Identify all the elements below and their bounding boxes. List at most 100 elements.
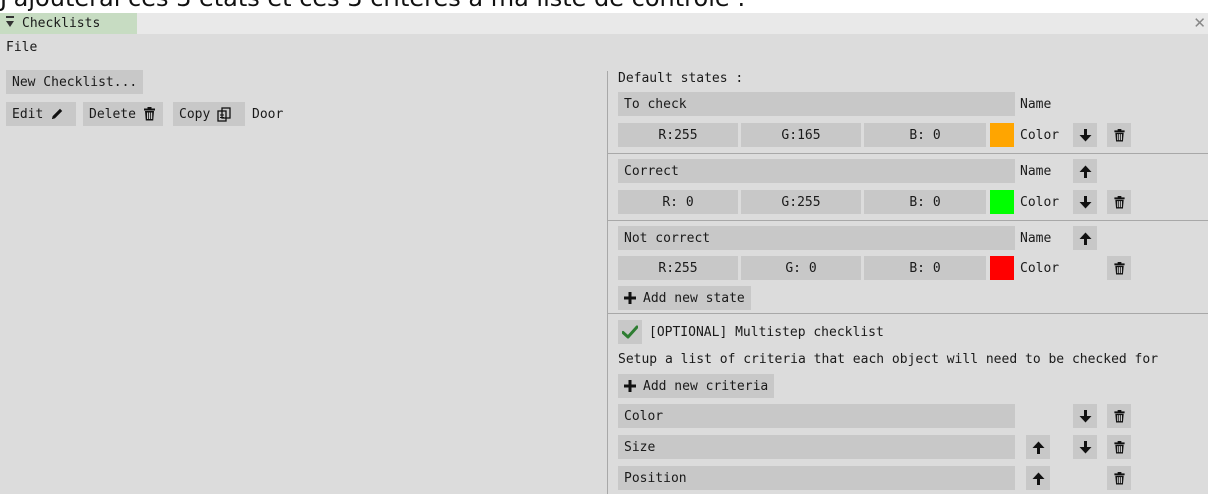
move-up-button[interactable] <box>1026 435 1050 459</box>
menu-file[interactable]: File <box>6 40 37 55</box>
move-up-button[interactable] <box>1073 226 1097 250</box>
vertical-divider <box>607 71 608 494</box>
trash-icon <box>1113 195 1125 209</box>
edit-label: Edit <box>12 106 44 122</box>
add-criteria-label: Add new criteria <box>643 378 769 394</box>
color-label: Color <box>1020 195 1060 210</box>
move-down-button[interactable] <box>1073 435 1097 459</box>
color-label: Color <box>1020 261 1060 276</box>
state-name-value: Not correct <box>624 230 711 246</box>
new-checklist-button[interactable]: New Checklist... <box>6 70 144 94</box>
add-state-button[interactable]: Add new state <box>618 286 751 310</box>
delete-state-button[interactable] <box>1107 190 1131 214</box>
collapse-triangle-icon[interactable] <box>6 20 14 27</box>
edit-button[interactable]: Edit <box>6 102 76 126</box>
close-icon[interactable]: ✕ <box>1193 14 1206 32</box>
trash-icon <box>143 107 155 121</box>
delete-state-button[interactable] <box>1107 123 1131 147</box>
name-label: Name <box>1020 231 1052 246</box>
caption-text: J'ajouterai ces 3 états et ces 3 critère… <box>0 0 745 12</box>
move-up-button[interactable] <box>1026 466 1050 490</box>
arrow-up-icon <box>1079 165 1091 178</box>
state-name-value: Correct <box>624 163 679 179</box>
name-label: Name <box>1020 97 1052 112</box>
section-divider <box>608 313 1208 314</box>
default-states-title: Default states : <box>618 71 744 86</box>
trash-icon <box>1113 261 1125 275</box>
trash-icon <box>1113 471 1125 485</box>
green-value: G:255 <box>781 194 821 210</box>
state-name-input[interactable]: Not correct <box>618 226 1015 250</box>
state-name-input[interactable]: Correct <box>618 159 1015 183</box>
arrow-up-icon <box>1032 472 1044 485</box>
red-channel-input[interactable]: R:255 <box>618 256 738 280</box>
criteria-name-input[interactable]: Color <box>618 404 1015 428</box>
multistep-checkbox[interactable] <box>618 320 642 344</box>
state-divider-1 <box>608 153 1208 154</box>
criteria-name-input[interactable]: Position <box>618 466 1015 490</box>
state-divider-2 <box>608 220 1208 221</box>
green-channel-input[interactable]: G:255 <box>741 190 861 214</box>
window-title: Checklists <box>22 16 101 31</box>
arrow-down-icon <box>1079 440 1091 453</box>
red-value: R: 0 <box>662 194 694 210</box>
green-channel-input[interactable]: G:165 <box>741 123 861 147</box>
add-criteria-button[interactable]: Add new criteria <box>618 374 775 398</box>
red-value: R:255 <box>658 260 698 276</box>
checklist-name: Door <box>252 107 284 122</box>
criteria-name-input[interactable]: Size <box>618 435 1015 459</box>
color-label: Color <box>1020 128 1060 143</box>
blue-channel-input[interactable]: B: 0 <box>864 123 986 147</box>
arrow-down-icon <box>1079 128 1091 141</box>
blue-channel-input[interactable]: B: 0 <box>864 256 986 280</box>
criteria-name-value: Size <box>624 439 656 455</box>
trash-icon <box>1113 409 1125 423</box>
red-channel-input[interactable]: R:255 <box>618 123 738 147</box>
pencil-icon <box>52 108 63 119</box>
copy-button[interactable]: Copy <box>173 102 245 126</box>
move-up-button[interactable] <box>1073 159 1097 183</box>
move-down-button[interactable] <box>1073 123 1097 147</box>
add-state-label: Add new state <box>643 290 745 306</box>
plus-icon <box>624 380 636 392</box>
delete-criteria-button[interactable] <box>1107 435 1131 459</box>
red-channel-input[interactable]: R: 0 <box>618 190 738 214</box>
arrow-down-icon <box>1079 409 1091 422</box>
delete-criteria-button[interactable] <box>1107 404 1131 428</box>
plus-icon <box>624 292 636 304</box>
state-name-input[interactable]: To check <box>618 92 1015 116</box>
arrow-up-icon <box>1032 441 1044 454</box>
blue-channel-input[interactable]: B: 0 <box>864 190 986 214</box>
collapse-bar <box>6 16 14 18</box>
color-swatch[interactable] <box>990 123 1014 147</box>
criteria-name-value: Position <box>624 470 687 486</box>
blue-value: B: 0 <box>909 194 941 210</box>
blue-value: B: 0 <box>909 260 941 276</box>
checkmark-icon <box>622 325 638 339</box>
move-down-button[interactable] <box>1073 190 1097 214</box>
state-name-value: To check <box>624 96 687 112</box>
multistep-label: [OPTIONAL] Multistep checklist <box>649 325 884 340</box>
arrow-down-icon <box>1079 195 1091 208</box>
delete-label: Delete <box>89 106 136 122</box>
criteria-name-value: Color <box>624 408 664 424</box>
arrow-up-icon <box>1079 232 1091 245</box>
red-value: R:255 <box>658 127 698 143</box>
green-value: G: 0 <box>785 260 817 276</box>
green-value: G:165 <box>781 127 821 143</box>
blue-value: B: 0 <box>909 127 941 143</box>
criteria-description: Setup a list of criteria that each objec… <box>618 352 1159 367</box>
window-tab[interactable]: Checklists <box>0 13 137 34</box>
delete-button[interactable]: Delete <box>83 102 163 126</box>
delete-criteria-button[interactable] <box>1107 466 1131 490</box>
name-label: Name <box>1020 164 1052 179</box>
color-swatch[interactable] <box>990 256 1014 280</box>
delete-state-button[interactable] <box>1107 256 1131 280</box>
copy-label: Copy <box>179 106 211 122</box>
window-titlebar: Checklists ✕ <box>0 13 1208 34</box>
trash-icon <box>1113 440 1125 454</box>
move-down-button[interactable] <box>1073 404 1097 428</box>
green-channel-input[interactable]: G: 0 <box>741 256 861 280</box>
copy-icon <box>217 106 231 122</box>
color-swatch[interactable] <box>990 190 1014 214</box>
